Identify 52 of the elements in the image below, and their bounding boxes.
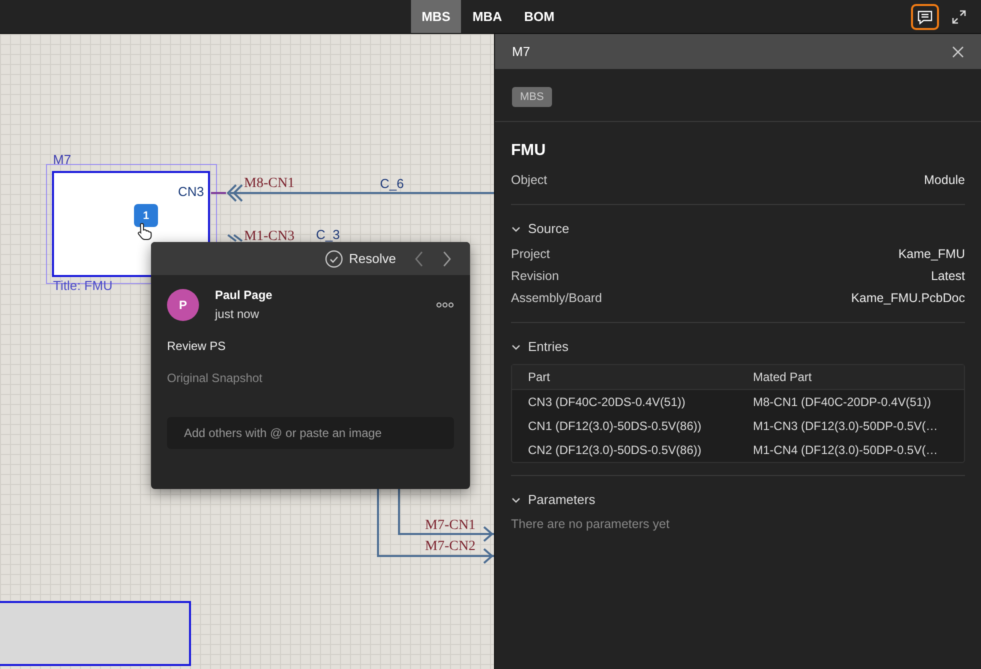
check-circle-icon [325,250,344,268]
module-block[interactable] [0,601,191,666]
property-value: Module [924,173,965,187]
comment-icon[interactable] [911,4,939,30]
comment-pin[interactable]: 1 [134,204,158,227]
section-header[interactable]: Entries [511,335,965,362]
hand-cursor-icon [137,222,153,240]
comment-time: just now [215,306,260,320]
property-label: Object [511,173,548,187]
section-header[interactable]: Parameters [511,488,965,515]
module-title: Title: FMU [53,278,112,293]
avatar: P [167,289,199,321]
port-label: CN3 [178,184,204,199]
snapshot-link[interactable]: Original Snapshot [167,371,454,385]
author-name: Paul Page [215,288,272,302]
previous-icon[interactable] [414,250,424,266]
property-value: Latest [930,269,965,283]
column-header: Part [528,370,552,384]
comment-text: Review PS [167,339,227,353]
next-icon[interactable] [442,250,452,266]
module-designator: M7 [53,152,72,167]
more-icon[interactable] [436,302,454,308]
property-label: Assembly/Board [511,291,602,305]
view-tab[interactable]: MBA [461,0,514,33]
property-label: Project [511,247,550,261]
section-header[interactable]: Source [511,217,965,244]
table-cell-text: CN2 (DF12(3.0)-50DS-0.5V(86)) [528,443,702,457]
property-value: Kame_FMU.PcbDoc [851,291,965,305]
view-tab[interactable]: MBS [410,0,462,33]
reply-field[interactable]: Add others with @ or paste an image [167,417,454,449]
tag: MBS [512,87,552,107]
net-label: M8-CN1 [244,176,295,192]
cable-label: C_6 [380,176,404,191]
table-cell-text: CN1 (DF12(3.0)-50DS-0.5V(86)) [528,419,702,433]
net-label: M7-CN2 [425,539,476,555]
property-label: Revision [511,269,559,283]
panel-title: M7 [512,44,530,59]
table-cell-text: M1-CN4 (DF12(3.0)-50DP-0.5V(… [753,443,939,457]
empty-message: There are no parameters yet [511,516,670,531]
table-cell-text: CN3 (DF40C-20DS-0.4V(51)) [528,395,686,409]
close-icon[interactable] [952,46,964,58]
object-heading: FMU [511,142,547,160]
column-header: Mated Part [753,370,813,384]
view-tab[interactable]: BOM [513,0,566,33]
property-value: Kame_FMU [898,247,965,261]
connector-arrow [227,234,243,242]
cable-label: C_3 [316,227,340,242]
table-cell-text: M1-CN3 (DF12(3.0)-50DP-0.5V(… [753,419,939,433]
net-label: M1-CN3 [244,229,295,245]
net-label: M7-CN1 [425,518,476,534]
resolve-button[interactable]: Resolve [325,250,396,268]
table-cell-text: M8-CN1 (DF40C-20DP-0.4V(51)) [753,395,932,409]
